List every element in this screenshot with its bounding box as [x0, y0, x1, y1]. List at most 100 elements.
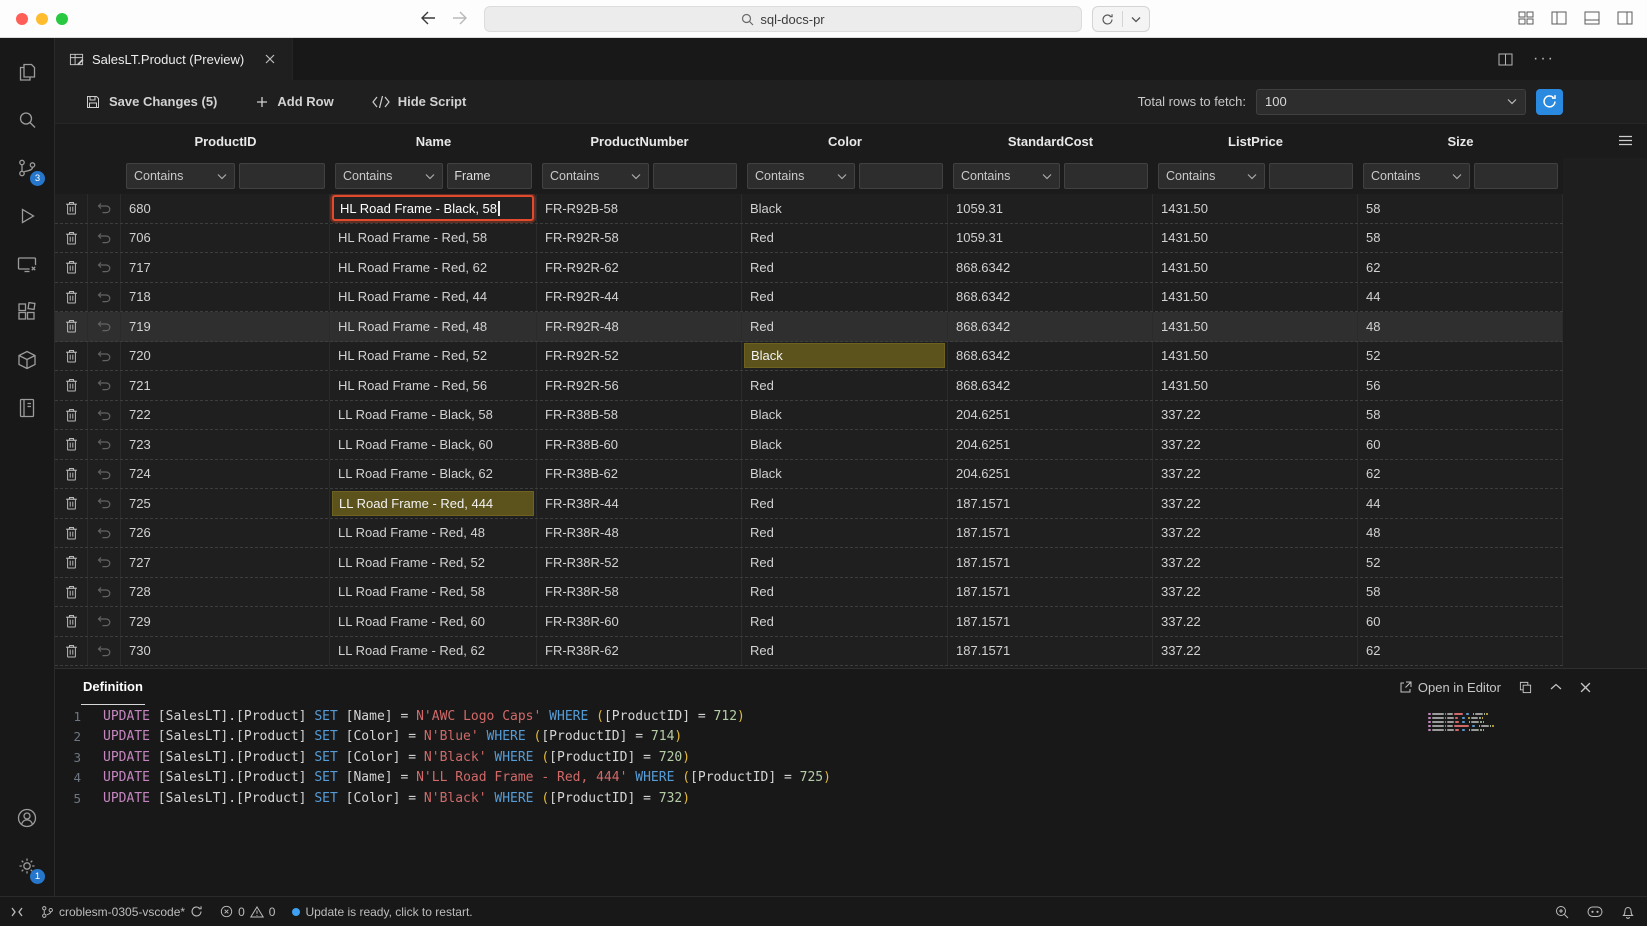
column-header-product_id[interactable]: ProductID	[121, 134, 330, 149]
table-row-730[interactable]: 730LL Road Frame - Red, 62FR-R38R-62Red1…	[55, 637, 1563, 667]
delete-row-icon[interactable]	[55, 578, 88, 607]
cell-product_id[interactable]: 719	[121, 312, 330, 341]
delete-row-icon[interactable]	[55, 548, 88, 577]
toggle-panel-icon[interactable]	[1584, 11, 1600, 25]
cell-product_id[interactable]: 725	[121, 489, 330, 518]
refresh-button[interactable]	[1536, 89, 1563, 115]
undo-row-icon[interactable]	[88, 578, 121, 607]
filter-operator-name[interactable]: Contains	[335, 163, 443, 189]
source-control-icon[interactable]: 3	[3, 144, 51, 192]
cell-product_id[interactable]: 729	[121, 607, 330, 636]
cell-color[interactable]: Red	[742, 578, 948, 607]
sync-dropdown[interactable]	[1092, 6, 1150, 32]
filter-input-standard_cost[interactable]	[1064, 163, 1148, 189]
branch-status[interactable]: croblesm-0305-vscode*	[41, 905, 203, 919]
column-header-size[interactable]: Size	[1358, 134, 1563, 149]
close-window-button[interactable]	[16, 13, 28, 25]
cell-list_price[interactable]: 1431.50	[1153, 283, 1358, 312]
delete-row-icon[interactable]	[55, 342, 88, 371]
cell-product_number[interactable]: FR-R38B-62	[537, 460, 742, 489]
cell-size[interactable]: 52	[1358, 548, 1563, 577]
settings-gear-icon[interactable]: 1	[3, 842, 51, 890]
delete-row-icon[interactable]	[55, 401, 88, 430]
cell-product_number[interactable]: FR-R38R-48	[537, 519, 742, 548]
undo-row-icon[interactable]	[88, 460, 121, 489]
copilot-icon[interactable]	[1587, 905, 1603, 918]
table-row-727[interactable]: 727LL Road Frame - Red, 52FR-R38R-52Red1…	[55, 548, 1563, 578]
undo-row-icon[interactable]	[88, 342, 121, 371]
cell-standard_cost[interactable]: 868.6342	[948, 342, 1153, 371]
cell-product_id[interactable]: 722	[121, 401, 330, 430]
cell-name[interactable]: LL Road Frame - Red, 60	[330, 607, 537, 636]
cell-list_price[interactable]: 337.22	[1153, 578, 1358, 607]
cell-size[interactable]: 62	[1358, 637, 1563, 666]
chevron-up-icon[interactable]	[1550, 683, 1562, 691]
delete-row-icon[interactable]	[55, 637, 88, 666]
cell-product_id[interactable]: 727	[121, 548, 330, 577]
cell-color[interactable]: Red	[742, 371, 948, 400]
undo-row-icon[interactable]	[88, 607, 121, 636]
cell-list_price[interactable]: 1431.50	[1153, 342, 1358, 371]
cell-product_number[interactable]: FR-R38R-44	[537, 489, 742, 518]
delete-row-icon[interactable]	[55, 312, 88, 341]
cell-color[interactable]: Black	[742, 430, 948, 459]
cell-color[interactable]: Black	[742, 194, 948, 223]
delete-row-icon[interactable]	[55, 489, 88, 518]
cell-list_price[interactable]: 1431.50	[1153, 253, 1358, 282]
filter-operator-product_number[interactable]: Contains	[542, 163, 649, 189]
undo-row-icon[interactable]	[88, 637, 121, 666]
cell-name[interactable]: LL Road Frame - Red, 48	[330, 519, 537, 548]
filter-input-color[interactable]	[859, 163, 943, 189]
cell-size[interactable]: 58	[1358, 401, 1563, 430]
cell-list_price[interactable]: 1431.50	[1153, 371, 1358, 400]
cell-product_number[interactable]: FR-R92R-52	[537, 342, 742, 371]
cell-standard_cost[interactable]: 204.6251	[948, 401, 1153, 430]
filter-operator-standard_cost[interactable]: Contains	[953, 163, 1060, 189]
cell-name[interactable]: HL Road Frame - Red, 62	[330, 253, 537, 282]
notifications-bell-icon[interactable]	[1621, 905, 1635, 919]
hide-script-button[interactable]: Hide Script	[372, 94, 467, 109]
cell-standard_cost[interactable]: 204.6251	[948, 460, 1153, 489]
accounts-icon[interactable]	[3, 794, 51, 842]
navigate-back-icon[interactable]	[420, 11, 436, 25]
cell-name[interactable]: HL Road Frame - Red, 48	[330, 312, 537, 341]
filter-operator-product_id[interactable]: Contains	[126, 163, 235, 189]
table-row-717[interactable]: 717HL Road Frame - Red, 62FR-R92R-62Red8…	[55, 253, 1563, 283]
sql-projects-icon[interactable]	[3, 384, 51, 432]
minimap[interactable]	[1428, 713, 1520, 733]
cell-standard_cost[interactable]: 187.1571	[948, 578, 1153, 607]
column-header-color[interactable]: Color	[742, 134, 948, 149]
cell-color[interactable]: Red	[742, 224, 948, 253]
cell-size[interactable]: 44	[1358, 489, 1563, 518]
sql-script-editor[interactable]: 1UPDATE [SalesLT].[Product] SET [Name] =…	[55, 705, 1647, 896]
navigate-forward-icon[interactable]	[452, 11, 468, 25]
chevron-down-icon[interactable]	[1123, 7, 1149, 31]
cell-standard_cost[interactable]: 187.1571	[948, 489, 1153, 518]
zoom-status-icon[interactable]	[1555, 905, 1569, 919]
filter-input-product_number[interactable]	[653, 163, 737, 189]
cell-size[interactable]: 62	[1358, 253, 1563, 282]
cell-list_price[interactable]: 337.22	[1153, 430, 1358, 459]
zoom-window-button[interactable]	[56, 13, 68, 25]
minimize-window-button[interactable]	[36, 13, 48, 25]
cell-list_price[interactable]: 1431.50	[1153, 224, 1358, 253]
table-row-729[interactable]: 729LL Road Frame - Red, 60FR-R38R-60Red1…	[55, 607, 1563, 637]
filter-operator-size[interactable]: Contains	[1363, 163, 1470, 189]
command-center-search[interactable]: sql-docs-pr	[484, 6, 1082, 32]
cell-size[interactable]: 48	[1358, 312, 1563, 341]
undo-row-icon[interactable]	[88, 224, 121, 253]
cell-product_id[interactable]: 726	[121, 519, 330, 548]
column-header-standard_cost[interactable]: StandardCost	[948, 134, 1153, 149]
undo-row-icon[interactable]	[88, 253, 121, 282]
cell-name-dirty[interactable]: LL Road Frame - Red, 444	[330, 489, 537, 518]
cell-name[interactable]: LL Road Frame - Red, 62	[330, 637, 537, 666]
table-row-726[interactable]: 726LL Road Frame - Red, 48FR-R38R-48Red1…	[55, 519, 1563, 549]
cell-name[interactable]: LL Road Frame - Red, 52	[330, 548, 537, 577]
definition-tab[interactable]: Definition	[81, 669, 145, 705]
cell-size[interactable]: 60	[1358, 430, 1563, 459]
cell-list_price[interactable]: 337.22	[1153, 548, 1358, 577]
undo-row-icon[interactable]	[88, 430, 121, 459]
delete-row-icon[interactable]	[55, 460, 88, 489]
cell-size[interactable]: 58	[1358, 578, 1563, 607]
explorer-icon[interactable]	[3, 48, 51, 96]
